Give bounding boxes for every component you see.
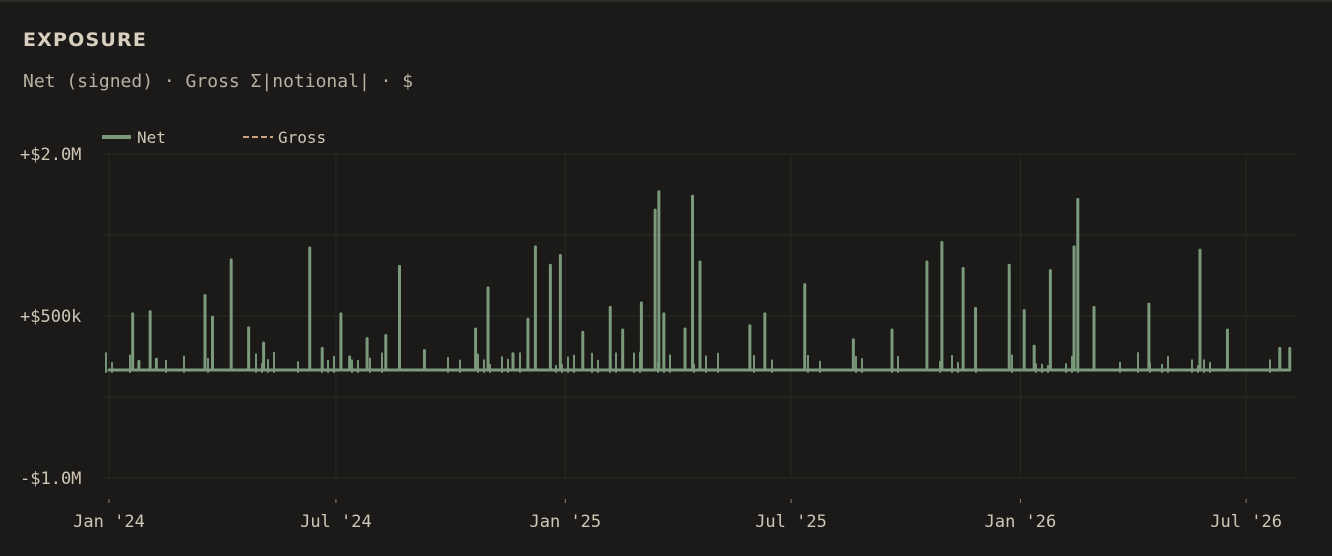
exposure-panel: EXPOSURE Net (signed) · Gross Σ|notional…: [0, 0, 1332, 554]
x-axis: Jan '24 Jul '24 Jan '25 Jul '25 Jan '26 Jul '…: [73, 499, 1282, 532]
legend-gross-label: Gross: [278, 128, 326, 147]
y-tick-label: +$500k: [20, 307, 81, 327]
legend-net-label: Net: [137, 128, 166, 147]
x-tick-label: Jul '25: [755, 512, 827, 532]
series-layer: [105, 190, 1292, 373]
y-tick-label: +$2.0M: [20, 145, 81, 165]
legend: Net Gross: [102, 128, 326, 147]
x-tick-label: Jul '26: [1210, 512, 1282, 532]
y-tick-label: -$1.0M: [20, 469, 81, 489]
x-tick-label: Jan '25: [530, 512, 602, 532]
x-tick-label: Jan '26: [985, 512, 1057, 532]
exposure-chart: +$2.0M +$500k -$1.0M Jan '24 Jul '24 Jan '25…: [20, 128, 1296, 532]
x-tick-label: Jan '24: [73, 512, 145, 532]
y-axis: +$2.0M +$500k -$1.0M: [20, 145, 81, 489]
x-tick-label: Jul '24: [300, 512, 372, 532]
